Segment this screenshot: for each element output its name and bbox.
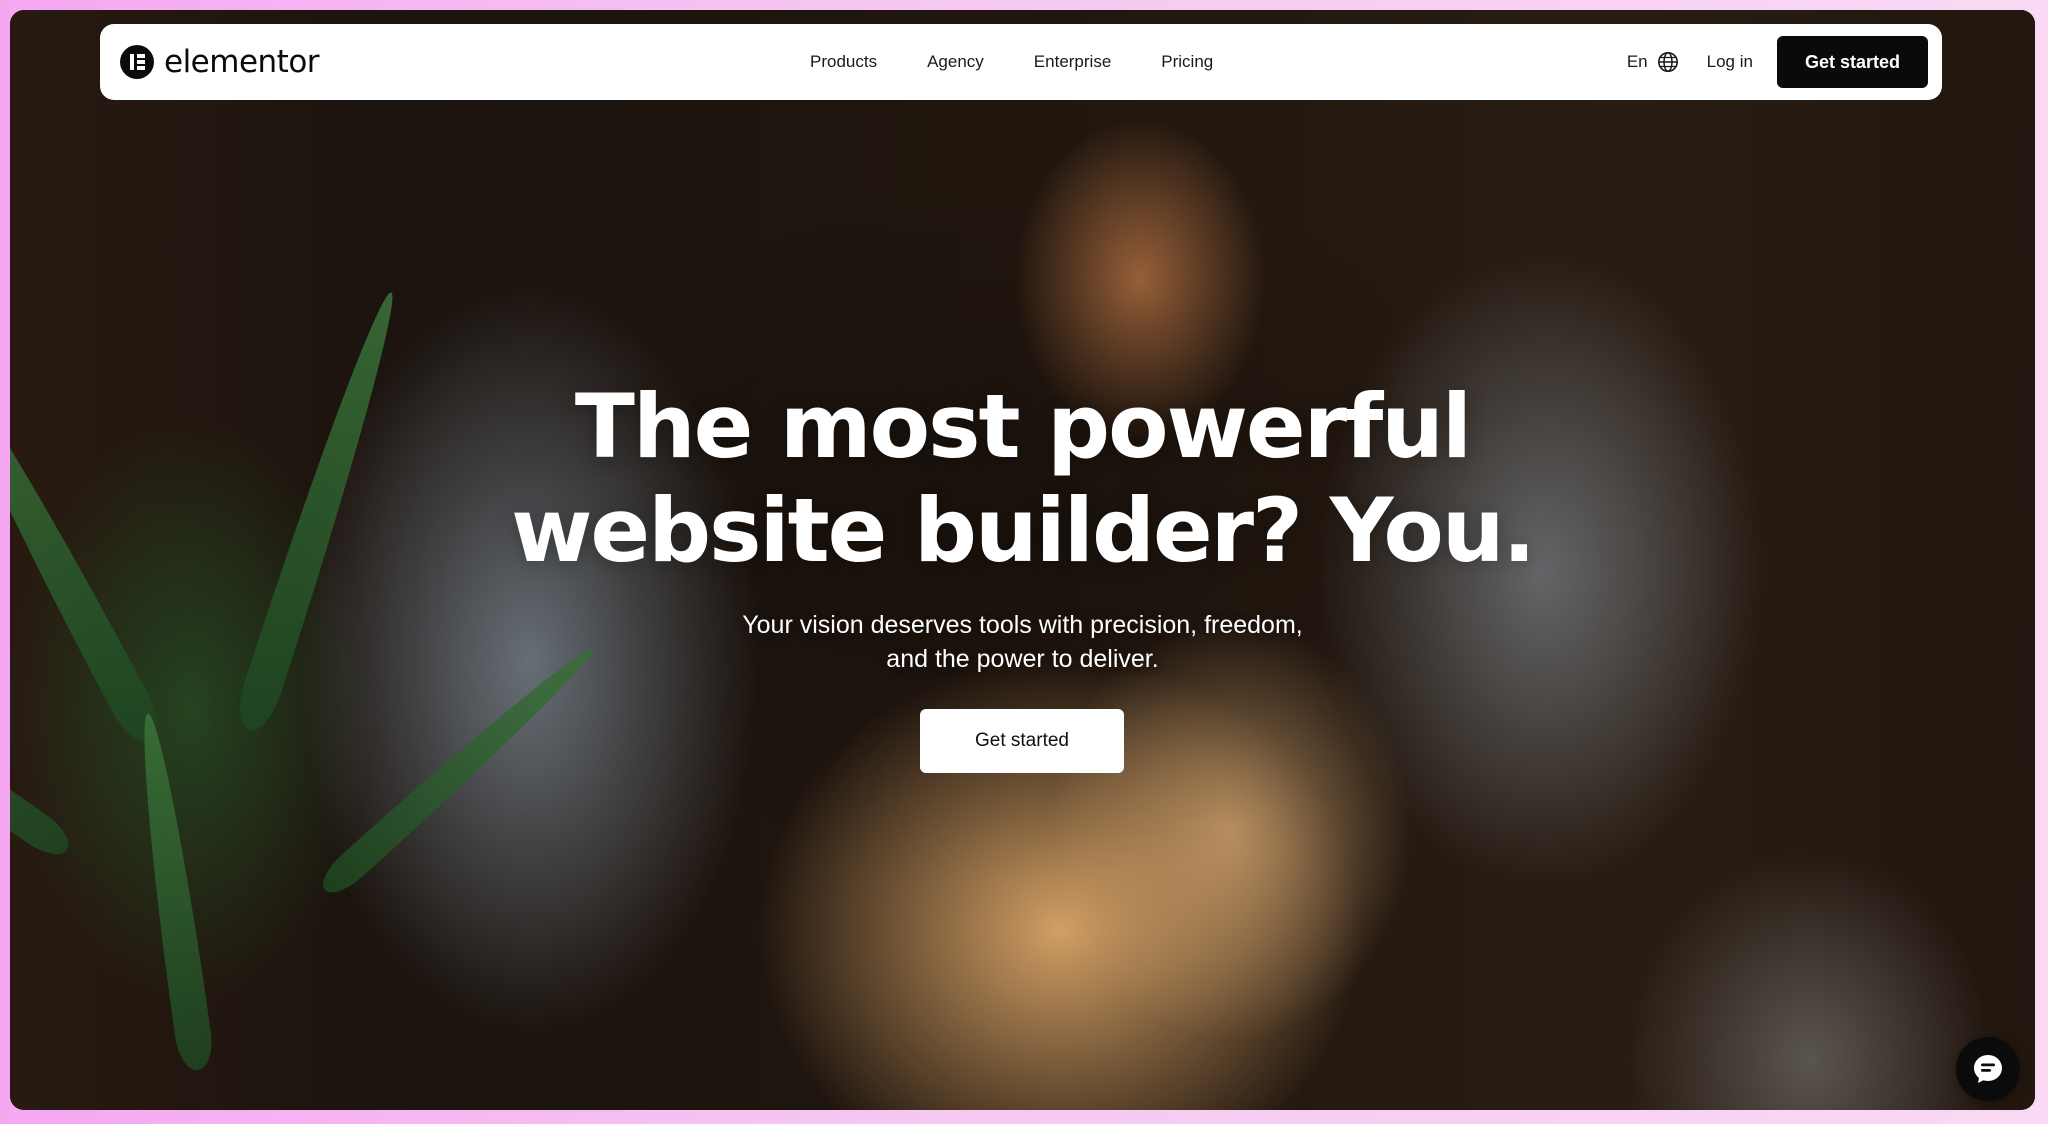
globe-icon [1657, 52, 1678, 72]
nav-get-started-button[interactable]: Get started [1776, 36, 1928, 88]
main-nav: Products Agency Enterprise Pricing [810, 24, 1213, 100]
nav-actions: En Log in Get started [1627, 24, 1928, 100]
language-selector[interactable]: En [1627, 51, 1679, 73]
page-frame: The most powerful website builder? You. … [10, 10, 2035, 1110]
language-label: En [1626, 52, 1648, 71]
hero-headline-line: The most powerful [574, 375, 1472, 478]
top-navbar: elementor Products Agency Enterprise Pri… [100, 24, 1942, 100]
nav-item-enterprise[interactable]: Enterprise [1034, 52, 1111, 72]
hero-section: The most powerful website builder? You. … [10, 10, 2035, 1110]
hero-subheadline: Your vision deserves tools with precisio… [10, 608, 2035, 676]
nav-item-agency[interactable]: Agency [927, 52, 984, 72]
hero-subheadline-line: Your vision deserves tools with precisio… [742, 611, 1303, 639]
nav-item-pricing[interactable]: Pricing [1161, 52, 1213, 72]
elementor-logo-icon [120, 45, 154, 79]
login-link[interactable]: Log in [1707, 52, 1753, 72]
brand-name: elementor [164, 44, 320, 80]
hero-subheadline-line: and the power to deliver. [886, 645, 1159, 673]
hero-get-started-button[interactable]: Get started [920, 709, 1124, 773]
hero-headline-line: website builder? You. [511, 479, 1536, 582]
chat-icon [1974, 1055, 2002, 1083]
chat-button[interactable] [1956, 1037, 2020, 1101]
nav-item-products[interactable]: Products [810, 52, 877, 72]
hero-headline: The most powerful website builder? You. [10, 375, 2035, 583]
brand-logo-link[interactable]: elementor [120, 24, 320, 100]
